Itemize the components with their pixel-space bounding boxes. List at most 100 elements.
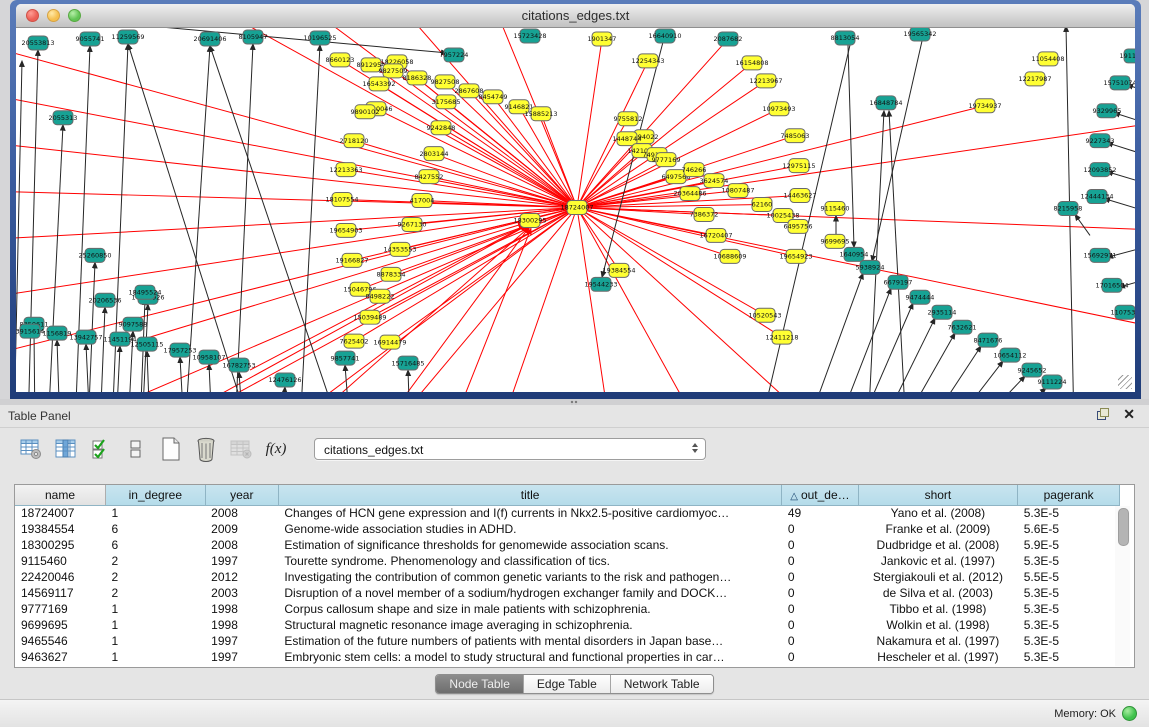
graph-node[interactable]: 9474444 xyxy=(906,290,935,304)
graph-node[interactable]: 1107532 xyxy=(1111,305,1135,319)
citation-edge-black[interactable] xyxy=(998,388,1046,392)
graph-node[interactable]: 15751074 xyxy=(1103,76,1135,90)
table-cell[interactable]: 9115460 xyxy=(15,553,106,569)
graph-node[interactable]: 16640910 xyxy=(648,29,681,43)
graph-node[interactable]: 19734937 xyxy=(968,99,1001,113)
citation-edge-black[interactable] xyxy=(282,387,285,392)
citation-edge-black[interactable] xyxy=(1107,172,1135,191)
column-header-short[interactable]: short xyxy=(858,485,1018,505)
graph-node[interactable]: 6679197 xyxy=(884,275,913,289)
graph-node[interactable]: 10688609 xyxy=(713,249,746,263)
memory-ok-icon[interactable] xyxy=(1122,706,1137,721)
table-cell[interactable]: 5.3E-5 xyxy=(1018,617,1120,633)
graph-node[interactable]: 9115460 xyxy=(821,202,850,216)
graph-node[interactable]: 9857741 xyxy=(331,351,360,365)
table-cell[interactable]: Embryonic stem cells: a model to study s… xyxy=(278,649,781,665)
table-cell[interactable]: Yano et al. (2008) xyxy=(858,505,1018,521)
table-cell[interactable]: 5.3E-5 xyxy=(1018,633,1120,649)
table-cell[interactable]: Disruption of a novel member of a sodium… xyxy=(278,585,781,601)
graph-node[interactable]: 7957224 xyxy=(440,48,469,62)
table-cell[interactable]: Estimation of the future numbers of pati… xyxy=(278,633,781,649)
table-row[interactable]: 2242004622012Investigating the contribut… xyxy=(15,569,1120,585)
network-svg[interactable]: 2055381390557411125956920691406810594710… xyxy=(16,28,1135,392)
table-cell[interactable]: Jankovic et al. (1997) xyxy=(858,553,1018,569)
close-panel-icon[interactable]: ✕ xyxy=(1123,408,1135,420)
column-header-title[interactable]: title xyxy=(278,485,781,505)
graph-node[interactable]: 2803144 xyxy=(420,147,449,161)
table-cell[interactable]: Changes of HCN gene expression and I(f) … xyxy=(278,505,781,521)
graph-node[interactable]: 417004 xyxy=(410,194,435,208)
table-cell[interactable]: 5.5E-5 xyxy=(1018,569,1120,585)
graph-node[interactable]: 8813054 xyxy=(831,31,860,45)
delete-table-button[interactable] xyxy=(228,436,254,462)
citation-edge-red[interactable] xyxy=(577,208,610,392)
citation-edge-black[interactable] xyxy=(872,41,922,261)
table-cell[interactable]: Dudbridge et al. (2008) xyxy=(858,537,1018,553)
table-cell[interactable]: 5.3E-5 xyxy=(1018,585,1120,601)
citation-edge-black[interactable] xyxy=(147,351,150,392)
table-cell[interactable]: 1998 xyxy=(205,617,278,633)
citation-edge-black[interactable] xyxy=(1104,199,1135,219)
table-row[interactable]: 1938455462009Genome-wide association stu… xyxy=(15,521,1120,537)
scrollbar-thumb[interactable] xyxy=(1118,508,1129,546)
citation-edge-black[interactable] xyxy=(900,333,955,392)
citation-edge-red[interactable] xyxy=(577,208,619,271)
citation-edge-black[interactable] xyxy=(34,331,35,392)
citation-edge-red[interactable] xyxy=(376,109,577,208)
graph-node[interactable]: 12476126 xyxy=(268,373,301,387)
graph-node[interactable]: 15039489 xyxy=(353,310,386,324)
table-row[interactable]: 977716911998Corpus callosum shape and si… xyxy=(15,601,1120,617)
graph-node[interactable]: 12444134 xyxy=(1080,190,1113,204)
graph-node[interactable]: 10973493 xyxy=(762,102,795,116)
graph-node[interactable]: 19565342 xyxy=(903,28,936,41)
citation-edge-black[interactable] xyxy=(889,111,906,392)
graph-node[interactable]: 9245652 xyxy=(1018,363,1047,377)
table-cell[interactable]: 2008 xyxy=(205,537,278,553)
table-cell[interactable]: Structural magnetic resonance image aver… xyxy=(278,617,781,633)
graph-node[interactable]: 16848784 xyxy=(869,96,902,110)
delete-column-button[interactable] xyxy=(193,436,219,462)
table-cell[interactable]: 1997 xyxy=(205,649,278,665)
graph-node[interactable]: 19654923 xyxy=(779,249,812,263)
graph-node[interactable]: 746266 xyxy=(682,163,707,177)
graph-node[interactable]: 14463627 xyxy=(783,189,816,203)
table-row[interactable]: 1456911722003Disruption of a novel membe… xyxy=(15,585,1120,601)
graph-node[interactable]: 12213967 xyxy=(749,74,782,88)
citation-edge-black[interactable] xyxy=(209,364,212,392)
tab-edge-table[interactable]: Edge Table xyxy=(524,675,611,693)
table-cell[interactable]: 1 xyxy=(106,617,206,633)
graph-node[interactable]: 7625402 xyxy=(340,334,369,348)
table-cell[interactable]: 9465546 xyxy=(15,633,106,649)
table-cell[interactable]: Tibbo et al. (1998) xyxy=(858,601,1018,617)
graph-node[interactable]: 12411218 xyxy=(765,330,798,344)
table-cell[interactable]: 2 xyxy=(106,585,206,601)
graph-node[interactable]: 7485063 xyxy=(781,129,810,143)
graph-node[interactable]: 9267130 xyxy=(398,217,427,231)
graph-node[interactable]: 1911304 xyxy=(1120,49,1135,63)
graph-node[interactable]: 3175685 xyxy=(432,95,461,109)
citation-edge-black[interactable] xyxy=(880,318,935,392)
table-row[interactable]: 1872400712008Changes of HCN gene express… xyxy=(15,505,1120,521)
citation-edge-black[interactable] xyxy=(28,50,38,392)
float-panel-icon[interactable] xyxy=(1097,408,1109,420)
graph-node[interactable]: 13942757 xyxy=(69,330,102,344)
graph-node[interactable]: 15716485 xyxy=(391,356,424,370)
table-cell[interactable]: 0 xyxy=(782,585,858,601)
function-builder-button[interactable]: f(x) xyxy=(263,436,289,462)
table-cell[interactable]: 9777169 xyxy=(15,601,106,617)
table-cell[interactable]: Genome-wide association studies in ADHD. xyxy=(278,521,781,537)
table-cell[interactable]: 18300295 xyxy=(15,537,106,553)
graph-node[interactable]: 12213363 xyxy=(329,163,362,177)
citation-edge-black[interactable] xyxy=(1107,143,1135,163)
column-header-in_degree[interactable]: in_degree xyxy=(106,485,206,505)
graph-node[interactable]: 9329965 xyxy=(1093,104,1122,118)
table-cell[interactable]: 9699695 xyxy=(15,617,106,633)
graph-node[interactable]: 2935114 xyxy=(928,305,957,319)
tab-node-table[interactable]: Node Table xyxy=(436,675,524,693)
citation-edge-black[interactable] xyxy=(180,357,184,392)
table-cell[interactable]: 2008 xyxy=(205,505,278,521)
graph-node[interactable]: 11054408 xyxy=(1031,52,1064,66)
graph-node[interactable]: 19166827 xyxy=(335,253,368,267)
graph-node[interactable]: 2055313 xyxy=(49,111,78,125)
graph-node[interactable]: 1640954 xyxy=(840,247,869,261)
